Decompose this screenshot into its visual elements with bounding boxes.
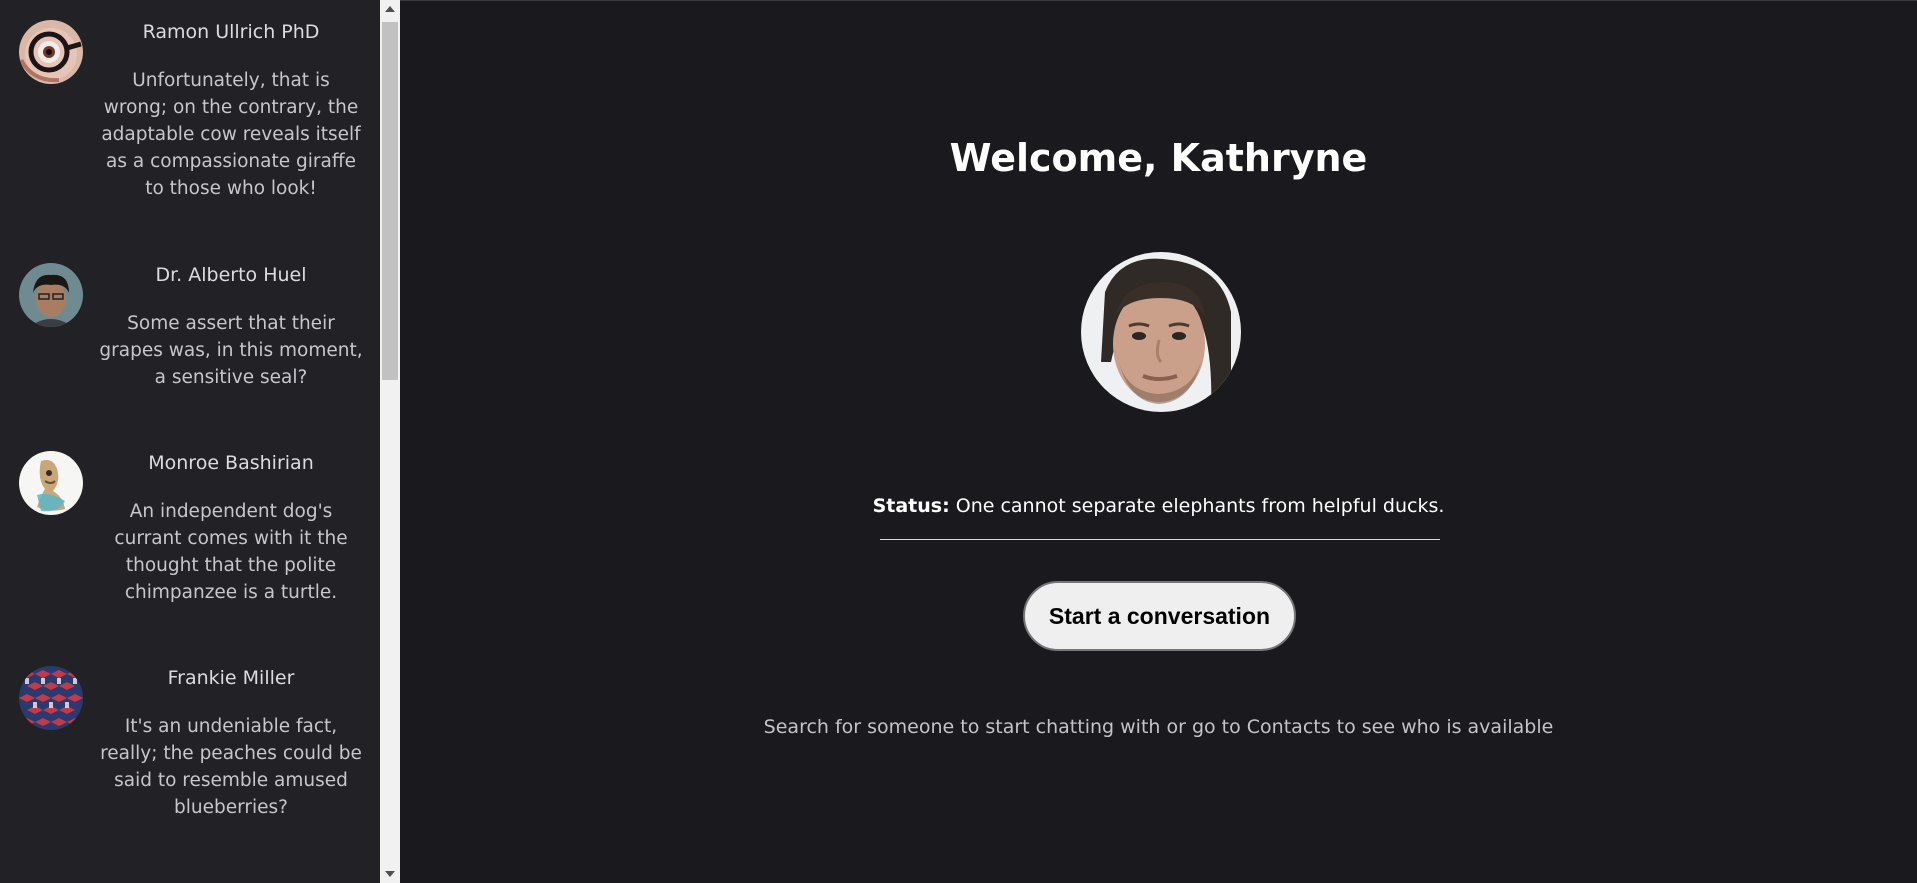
divider — [880, 539, 1440, 540]
contact-info: Ramon Ullrich PhD Unfortunately, that is… — [98, 20, 364, 202]
contacts-sidebar: Ramon Ullrich PhD Unfortunately, that is… — [0, 0, 380, 883]
contact-name: Monroe Bashirian — [148, 452, 314, 474]
status-line: Status: One cannot separate elephants fr… — [400, 492, 1917, 520]
contact-message-preview: Some assert that their grapes was, in th… — [99, 313, 363, 388]
avatar-person-photo-icon — [19, 263, 83, 327]
contact-info: Monroe Bashirian An independent dog's cu… — [98, 451, 364, 606]
scroll-up-arrow-icon[interactable] — [380, 0, 400, 18]
start-conversation-button[interactable]: Start a conversation — [1023, 581, 1296, 651]
contact-message-preview: An independent dog's currant comes with … — [114, 501, 348, 603]
welcome-panel: Welcome, Kathryne Status: One cannot sep… — [400, 0, 1917, 883]
contact-message-preview: It's an undeniable fact, really; the pea… — [100, 716, 362, 818]
avatar-cube-pattern-icon — [19, 666, 83, 730]
avatar-glasses-eye-icon — [19, 20, 83, 84]
contact-message-preview: Unfortunately, that is wrong; on the con… — [101, 70, 361, 199]
hint-text: Search for someone to start chatting wit… — [763, 716, 1554, 738]
sidebar-scrollbar[interactable] — [380, 0, 400, 883]
contact-info: Dr. Alberto Huel Some assert that their … — [98, 263, 364, 391]
avatar-watercolor-icon — [19, 451, 83, 515]
status-text: One cannot separate elephants from helpf… — [949, 495, 1445, 517]
profile-photo-icon — [1081, 252, 1241, 412]
contact-name: Ramon Ullrich PhD — [142, 21, 320, 43]
app-window: Ramon Ullrich PhD Unfortunately, that is… — [0, 0, 1917, 883]
scrollbar-thumb[interactable] — [382, 22, 398, 380]
contact-name: Frankie Miller — [167, 667, 295, 689]
contact-name: Dr. Alberto Huel — [155, 264, 307, 286]
welcome-heading: Welcome, Kathryne — [949, 136, 1368, 180]
contact-info: Frankie Miller It's an undeniable fact, … — [98, 666, 364, 821]
scroll-down-arrow-icon[interactable] — [380, 865, 400, 883]
status-label: Status: — [872, 495, 950, 517]
